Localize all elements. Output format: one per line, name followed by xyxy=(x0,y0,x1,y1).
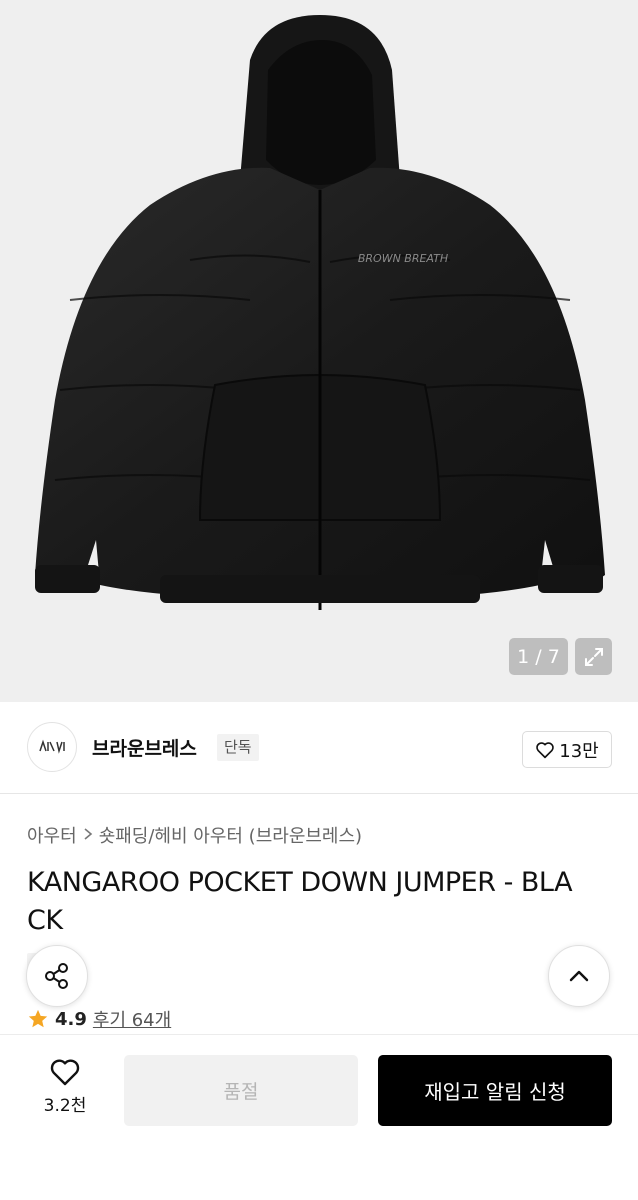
product-title-line: CK xyxy=(27,905,63,936)
chevron-right-icon xyxy=(83,825,93,846)
bottom-action-bar: 3.2천 품절 재입고 알림 신청 xyxy=(0,1034,638,1200)
chevron-up-icon xyxy=(569,970,589,982)
brand-logo[interactable] xyxy=(27,722,77,772)
brand-like-button[interactable]: 13만 xyxy=(522,731,612,768)
heart-icon xyxy=(50,1059,80,1086)
brand-like-count: 13만 xyxy=(559,740,599,762)
image-pager: 1 / 7 xyxy=(509,638,568,675)
review-link[interactable]: 후기 64개 xyxy=(93,1006,171,1032)
product-title: KANGAROO POCKET DOWN JUMPER - BLA CK xyxy=(27,864,617,940)
wishlist-count: 3.2천 xyxy=(43,1096,87,1116)
heart-icon xyxy=(536,741,555,758)
zoom-button[interactable] xyxy=(575,638,612,675)
chest-logo-text: BROWN BREATH xyxy=(358,252,448,265)
exclusive-badge: 단독 xyxy=(217,734,259,761)
star-icon xyxy=(28,1009,48,1028)
expand-icon xyxy=(584,647,603,666)
breadcrumb-item[interactable]: 숏패딩/헤비 아우터 (브라운브레스) xyxy=(99,822,362,848)
product-image[interactable]: BROWN BREATH 1 / 7 xyxy=(0,0,638,702)
soldout-button: 품절 xyxy=(124,1055,358,1126)
rating: 4.9 후기 64개 xyxy=(27,1006,171,1032)
share-icon xyxy=(45,963,68,989)
share-button[interactable] xyxy=(26,945,88,1007)
jacket-image: BROWN BREATH xyxy=(35,15,605,610)
brand-logo-icon xyxy=(39,739,65,754)
rating-score: 4.9 xyxy=(55,1008,87,1030)
brand-row: 브라운브레스 단독 13만 xyxy=(0,702,638,794)
breadcrumb: 아우터 숏패딩/헤비 아우터 (브라운브레스) xyxy=(27,822,362,848)
breadcrumb-item[interactable]: 아우터 xyxy=(27,822,77,848)
product-title-line: KANGAROO POCKET DOWN JUMPER - BLA xyxy=(27,867,573,898)
wishlist-button[interactable]: 3.2천 xyxy=(30,1057,100,1116)
brand-name[interactable]: 브라운브레스 xyxy=(92,734,197,761)
scroll-top-button[interactable] xyxy=(548,945,610,1007)
restock-alert-button[interactable]: 재입고 알림 신청 xyxy=(378,1055,612,1126)
